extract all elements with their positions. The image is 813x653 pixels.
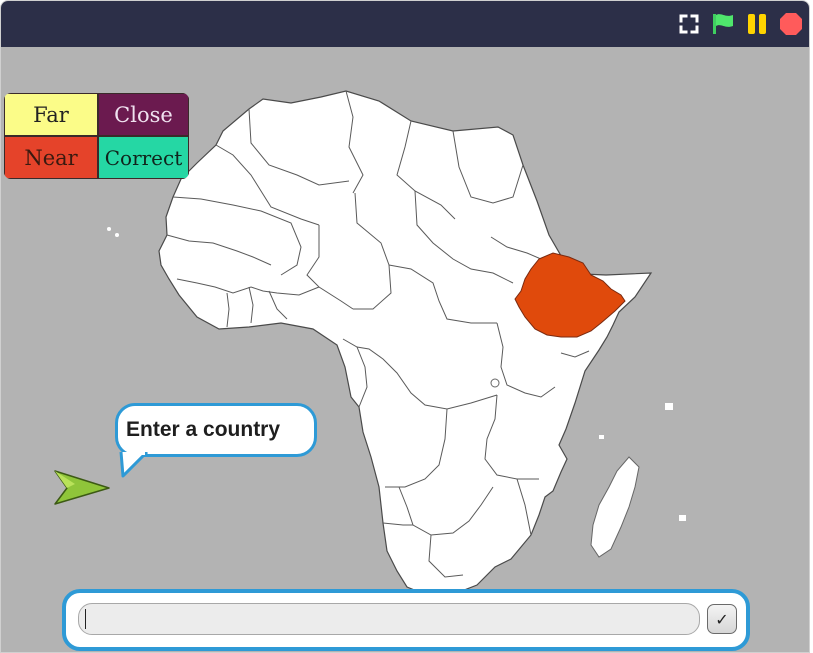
madagascar <box>590 456 640 558</box>
legend-close: Close <box>98 93 189 136</box>
game-window: Far Close Near Correct Enter a country ✓ <box>0 0 810 653</box>
proximity-legend: Far Close Near Correct <box>4 93 189 179</box>
answer-input[interactable] <box>78 603 700 635</box>
pause-icon[interactable] <box>745 12 769 36</box>
stop-icon[interactable] <box>779 12 803 36</box>
legend-correct: Correct <box>98 136 189 179</box>
africa-landmass <box>158 90 653 596</box>
mainland-outline <box>158 90 653 596</box>
legend-near: Near <box>4 136 98 179</box>
submit-button[interactable]: ✓ <box>707 604 737 634</box>
island <box>679 515 686 521</box>
arrow-sprite <box>54 470 110 505</box>
ask-prompt-box: ✓ <box>62 589 750 651</box>
speech-bubble: Enter a country <box>115 403 317 457</box>
island <box>665 403 673 410</box>
playback-controls <box>677 12 803 36</box>
speech-text: Enter a country <box>126 418 281 441</box>
fullscreen-icon[interactable] <box>677 12 701 36</box>
island <box>115 233 119 237</box>
island <box>107 227 111 231</box>
speech-bubble-tail <box>119 452 149 478</box>
lake <box>490 378 500 388</box>
text-caret <box>85 609 86 629</box>
green-flag-icon[interactable] <box>711 12 735 36</box>
game-stage: Far Close Near Correct Enter a country ✓ <box>1 47 809 652</box>
island <box>599 435 604 439</box>
control-bar <box>1 1 809 47</box>
legend-far: Far <box>4 93 98 136</box>
